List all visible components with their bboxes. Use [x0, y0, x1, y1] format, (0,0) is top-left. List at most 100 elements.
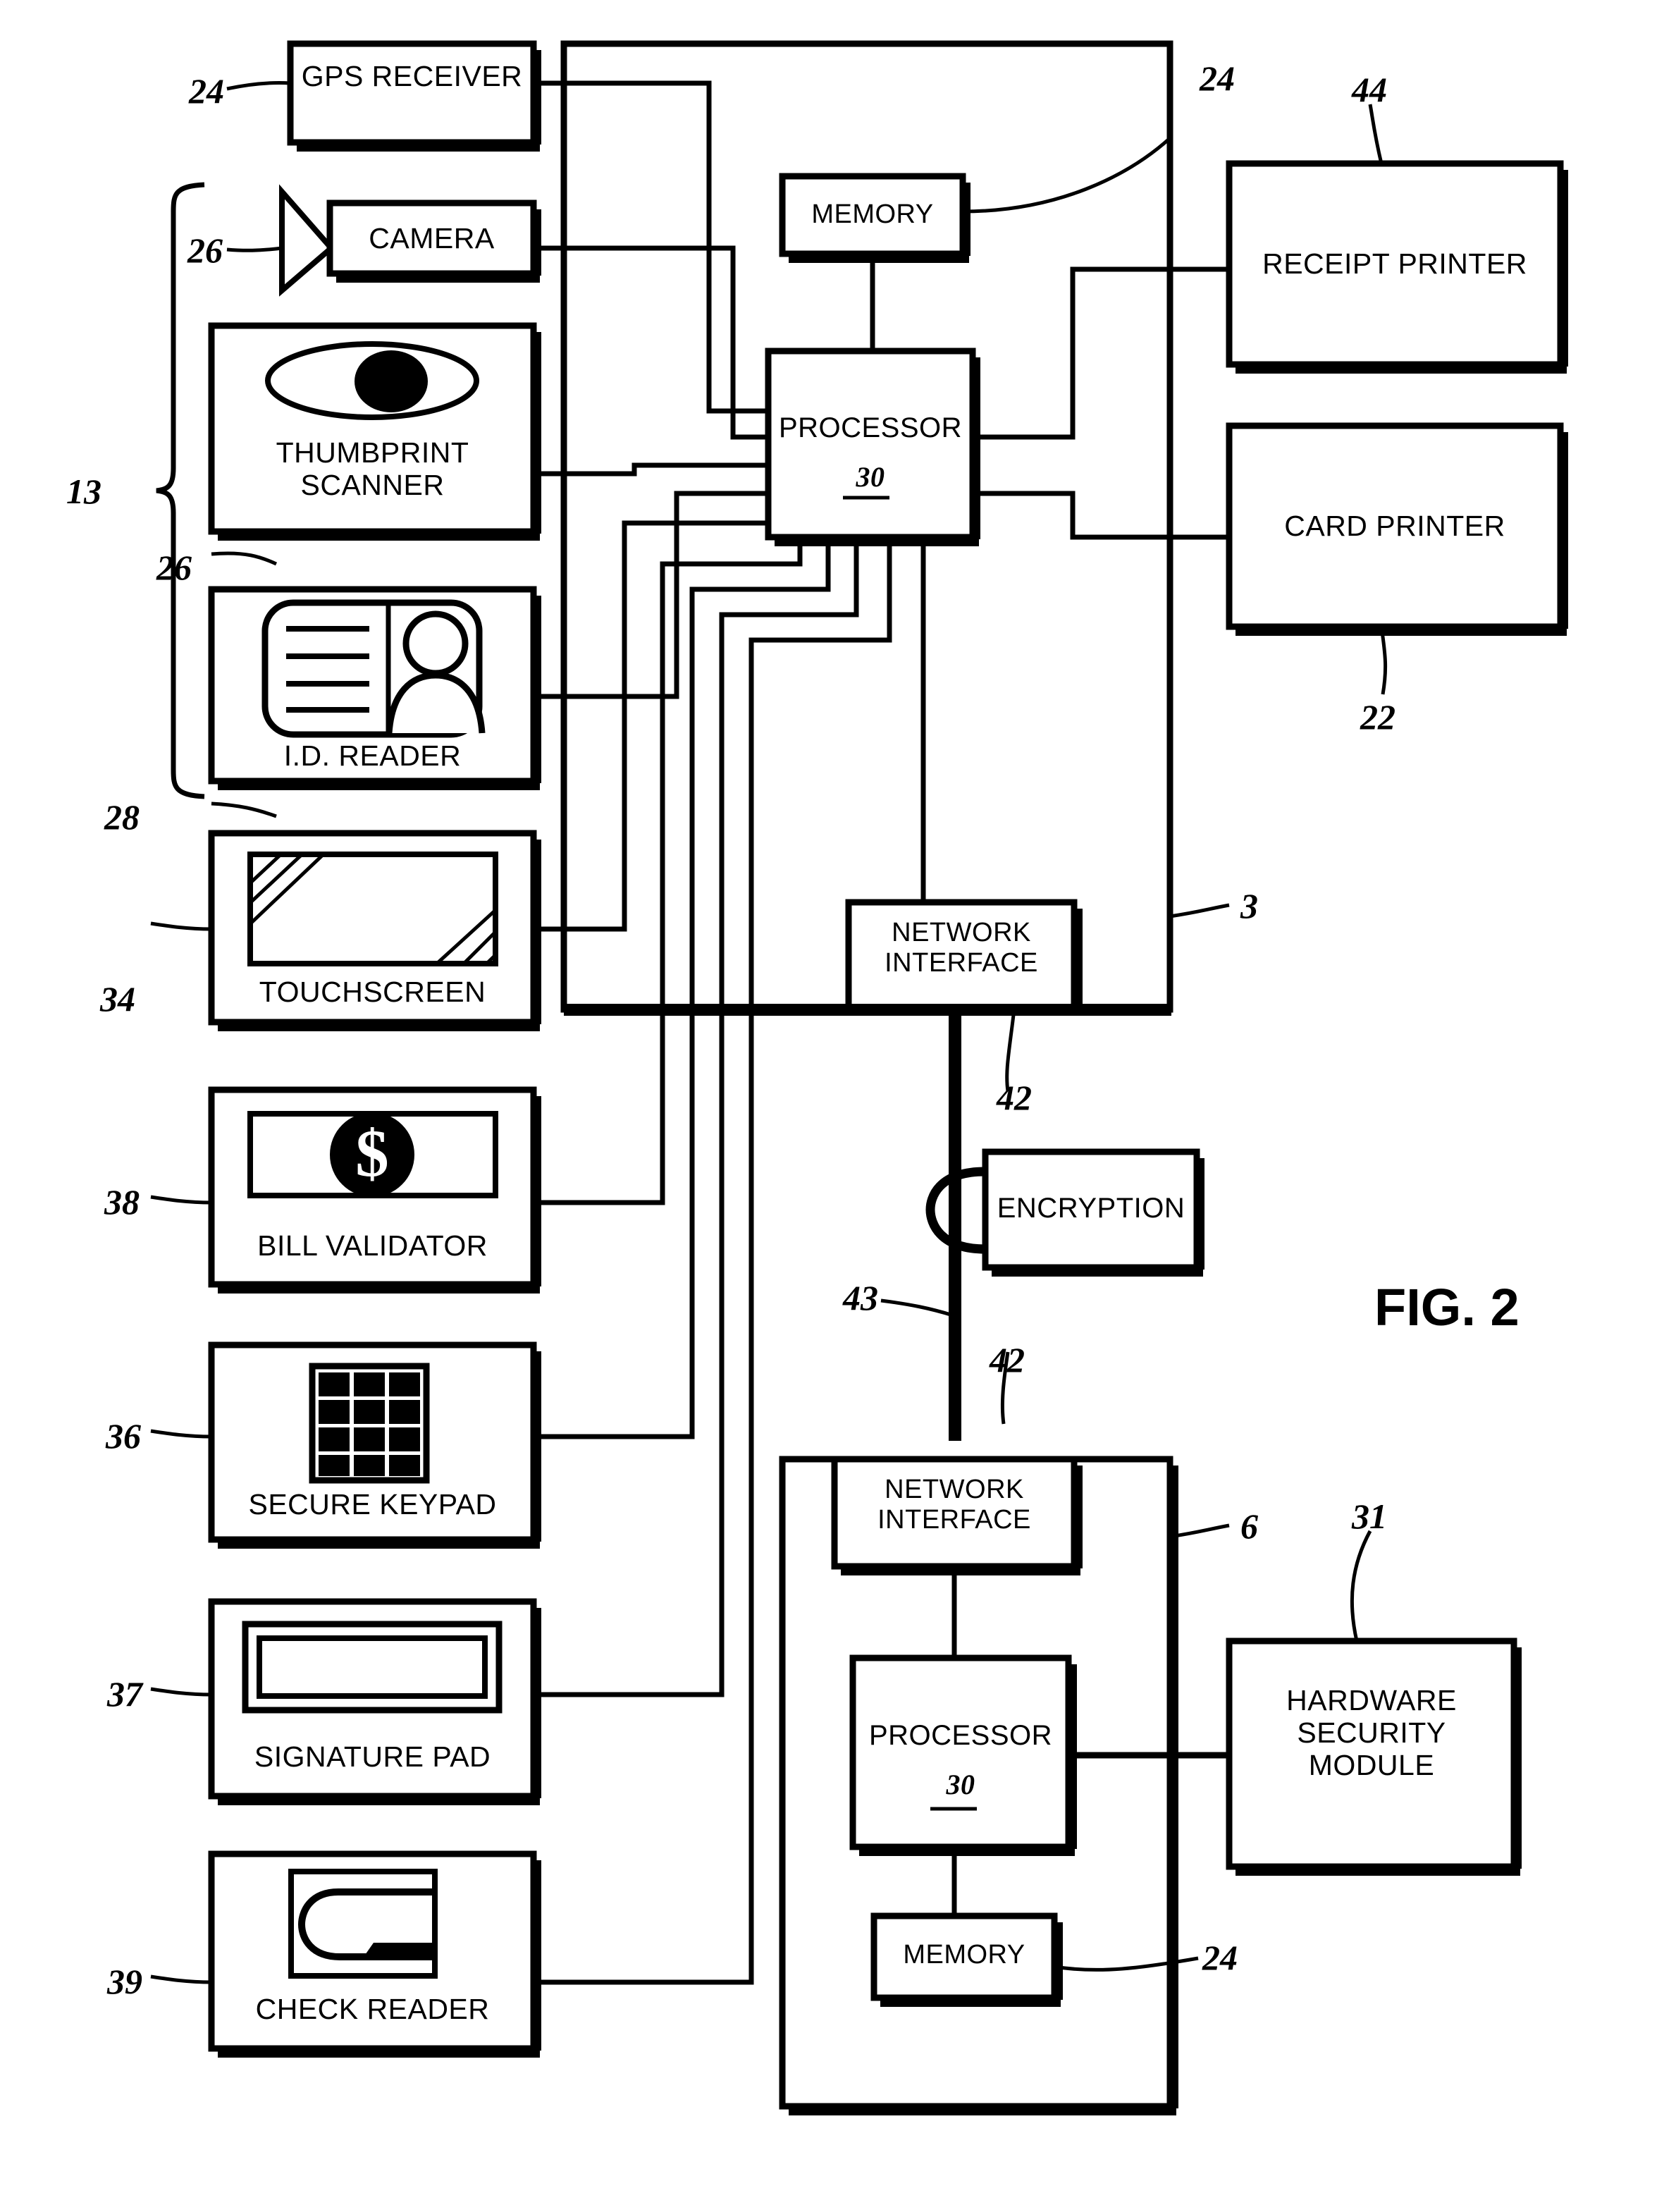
server-ni-shadow-right [1075, 1466, 1083, 1568]
kp-shadow-right [534, 1351, 541, 1542]
ref-leader-38 [150, 1195, 212, 1205]
wiring-lower [537, 537, 892, 1985]
bv-shadow-right [534, 1096, 541, 1286]
kp-shadow-bottom [218, 1541, 540, 1549]
ref-numeral-39: 39 [107, 1962, 142, 2001]
server-mem-shadow-right [1055, 1922, 1063, 2000]
encryption-label: ENCRYPTION [997, 1193, 1185, 1224]
server-mem-shadow [880, 1999, 1061, 2007]
card-shadow-right [1560, 432, 1568, 629]
ref-numeral-13-group: 13 [66, 472, 101, 511]
screen-icon [247, 852, 498, 966]
keypad-grid-icon [309, 1363, 430, 1484]
ref-numeral-38: 38 [104, 1182, 140, 1222]
ref-leader-24-gps [226, 80, 291, 91]
server-processor-label: PROCESSOR [868, 1720, 1053, 1751]
sp-shadow-right [534, 1608, 541, 1798]
camera-shadow-bottom [336, 275, 540, 283]
ts-shadow-right [534, 840, 541, 1024]
ref-numeral-42-bottom: 42 [990, 1340, 1025, 1380]
camera-shadow-right [534, 209, 541, 276]
ref-numeral-26-thumbprint: 26 [156, 548, 192, 587]
thumb-shadow-bottom [218, 533, 540, 541]
kiosk-processor-box [765, 348, 976, 541]
diagram-canvas: $ [150, 40, 1568, 2115]
ref-leader-39 [150, 1974, 212, 1984]
ref-numeral-24-gps: 24 [189, 71, 224, 111]
server-shadow-right [1171, 1466, 1178, 2108]
ref-leader-26-camera [226, 246, 283, 252]
idr-shadow-bottom [218, 782, 540, 790]
ref-leader-22 [1379, 626, 1388, 695]
ref-numeral-37: 37 [107, 1674, 142, 1714]
idr-shadow-right [534, 596, 541, 783]
ref-leader-34 [150, 921, 212, 931]
hsm-shadow-bottom [1236, 1868, 1520, 1876]
kiosk-network-interface-label: NETWORK INTERFACE [885, 918, 1038, 978]
ref-leader-44 [1368, 104, 1384, 164]
check-slot-icon [288, 1869, 438, 1979]
encryption-shadow-right [1197, 1158, 1204, 1270]
kiosk-processor-ref: 30 [856, 461, 885, 493]
figure-label: FIG. 2 [1374, 1278, 1520, 1337]
kiosk-ni-shadow-right [1075, 909, 1083, 1012]
hsm-label: HARDWARE SECURITY MODULE [1286, 1684, 1457, 1781]
kiosk-enclosure-bottom-bus [564, 1004, 1171, 1016]
ts-shadow-bottom [218, 1024, 540, 1031]
gps-shadow-bottom [297, 144, 540, 152]
ref-numeral-26-camera: 26 [187, 231, 223, 270]
eye-pupil-icon [355, 350, 428, 412]
ref-numeral-22: 22 [1360, 697, 1395, 737]
memory-box-shadow [789, 255, 969, 263]
server-network-interface-label: NETWORK INTERFACE [877, 1475, 1031, 1535]
proc-shadow-bottom [775, 539, 979, 546]
dollar-bill-icon: $ [247, 1111, 498, 1198]
ref-numeral-43: 43 [843, 1278, 878, 1317]
ref-numeral-42-top: 42 [997, 1078, 1032, 1117]
ref-leader-24-memory [962, 137, 1171, 214]
server-ni-shadow [841, 1568, 1080, 1575]
ref-numeral-24-memory: 24 [1200, 59, 1235, 98]
svg-text:$: $ [355, 1116, 389, 1191]
device-group-brace [156, 182, 205, 799]
ref-leader-37 [150, 1687, 212, 1697]
ref-numeral-31: 31 [1352, 1497, 1387, 1536]
ref-numeral-3: 3 [1240, 886, 1258, 926]
check-reader-label: CHECK READER [255, 1993, 490, 2025]
encryption-shadow-bottom [992, 1269, 1203, 1277]
sp-shadow-bottom [218, 1798, 540, 1805]
ref-numeral-34: 34 [100, 979, 135, 1019]
ref-leader-26-thumbprint [211, 551, 278, 566]
receipt-printer-label: RECEIPT PRINTER [1262, 247, 1527, 280]
gps-receiver-box [287, 40, 537, 146]
ref-numeral-6: 6 [1240, 1506, 1258, 1546]
secure-keypad-label: SECURE KEYPAD [248, 1488, 497, 1520]
patent-figure-page: $ GPS RECEIVER CAMERA THUMBPRINT SCANNER… [0, 0, 1676, 2212]
touchscreen-label: TOUCHSCREEN [259, 976, 486, 1008]
ref-leader-43 [880, 1298, 954, 1317]
memory-box-shadow-right [963, 183, 971, 256]
ref-numeral-24-server-memory: 24 [1202, 1938, 1238, 1977]
ref-leader-6 [1169, 1523, 1230, 1539]
hsm-shadow-right [1514, 1647, 1522, 1869]
card-shadow-bottom [1236, 628, 1567, 636]
receipt-shadow-right [1560, 170, 1568, 367]
cr-shadow-bottom [218, 2050, 540, 2058]
gps-shadow-right [534, 50, 541, 145]
network-link-bus [949, 1009, 961, 1441]
ref-numeral-28: 28 [104, 797, 140, 837]
id-card-icon [261, 599, 486, 738]
wiring-printers [973, 266, 1229, 540]
ref-leader-3 [1169, 903, 1230, 918]
bv-shadow-bottom [218, 1286, 540, 1294]
thumbprint-scanner-label: THUMBPRINT SCANNER [276, 436, 469, 501]
signature-pad-label: SIGNATURE PAD [254, 1740, 491, 1773]
id-reader-label: I.D. READER [283, 739, 462, 772]
server-proc-shadow [859, 1848, 1075, 1856]
bill-validator-label: BILL VALIDATOR [257, 1229, 488, 1262]
ref-numeral-44: 44 [1352, 70, 1387, 109]
server-memory-label: MEMORY [903, 1940, 1025, 1970]
proc-shadow-right [973, 357, 980, 539]
gps-receiver-label: GPS RECEIVER [301, 60, 523, 92]
signature-strip-icon [242, 1621, 503, 1714]
